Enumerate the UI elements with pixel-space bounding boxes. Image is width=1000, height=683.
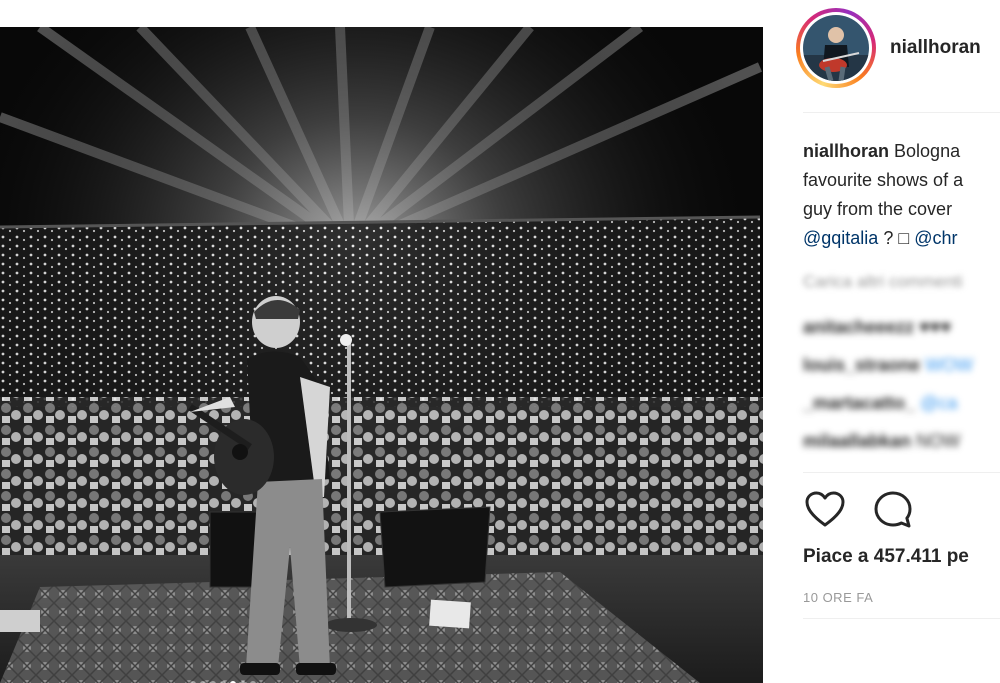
concert-stage-photo	[0, 27, 763, 683]
username-link[interactable]: niallhoran	[890, 37, 981, 59]
comment-username[interactable]: _martacatto_	[803, 393, 915, 413]
comment-username[interactable]: anitacheeezz	[803, 317, 914, 337]
caption-line: guy from the cover	[803, 199, 953, 219]
post-header: niallhoran	[763, 0, 1000, 112]
comment-item: louis_straone WOW	[803, 355, 974, 375]
post-photo[interactable]	[0, 27, 763, 683]
mention-link[interactable]: @chr	[914, 228, 957, 248]
comment-item: anitacheeezz ♥♥♥	[803, 317, 952, 337]
action-bar	[803, 488, 915, 536]
heart-icon[interactable]	[803, 488, 847, 532]
like-count-link[interactable]: Piace a 457.411 pe	[803, 546, 969, 568]
caption-line: favourite shows of a	[803, 170, 964, 190]
emoji-glyph: □	[898, 228, 910, 248]
mention-link[interactable]: @gqitalia	[803, 228, 878, 248]
load-more-comments-link[interactable]: Carica altri commenti	[803, 272, 963, 292]
caption-line: niallhoran Bologna	[803, 141, 961, 161]
comment-item: _martacatto_ @ca	[803, 393, 958, 413]
comment-username[interactable]: louis_straone	[803, 355, 920, 375]
comment-list: anitacheeezz ♥♥♥ louis_straone WOW _mart…	[803, 312, 973, 464]
caption-username-link[interactable]: niallhoran	[803, 141, 889, 161]
divider	[803, 112, 1000, 113]
comment-item: milaallabkan NOW	[803, 431, 961, 451]
comment-icon[interactable]	[871, 488, 915, 532]
post-timestamp[interactable]: 10 ORE FA	[803, 590, 873, 605]
avatar-image	[803, 15, 869, 81]
avatar[interactable]	[796, 8, 876, 88]
divider	[803, 618, 1000, 619]
post-side-panel: niallhoran niallhoran Bologna favourite …	[763, 0, 1000, 683]
divider	[803, 472, 1000, 473]
post-caption: niallhoran Bologna favourite shows of a …	[803, 137, 1000, 253]
caption-line: @gqitalia ? □ @chr	[803, 228, 958, 248]
comment-username[interactable]: milaallabkan	[803, 431, 911, 451]
